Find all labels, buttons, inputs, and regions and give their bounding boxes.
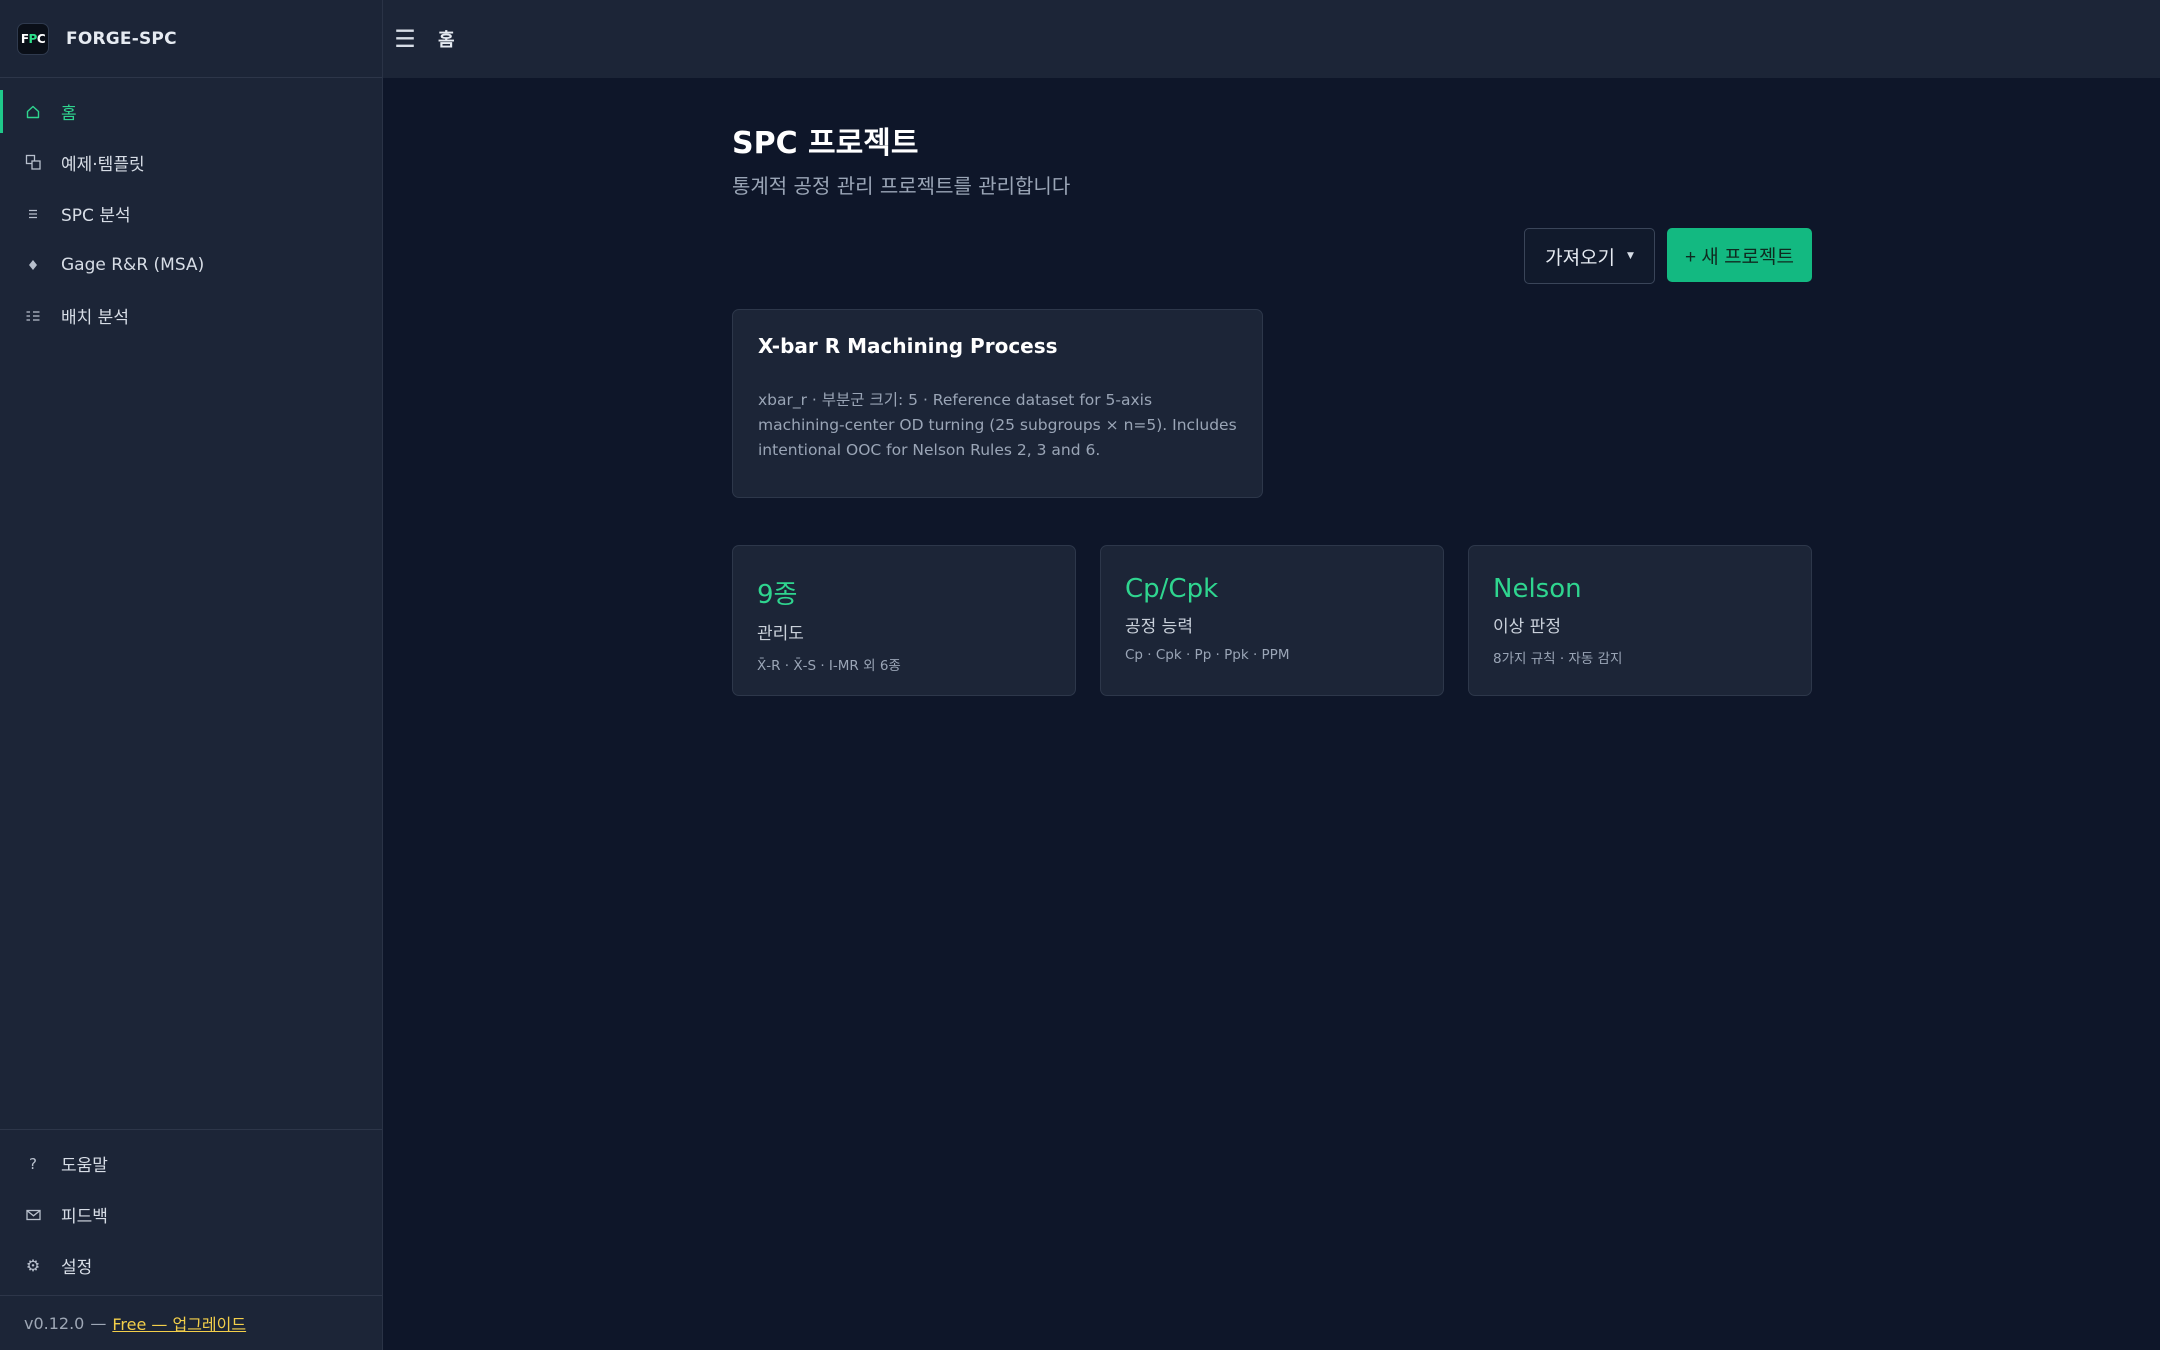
- brand[interactable]: FPC FORGE-SPC: [0, 0, 382, 78]
- help-icon: ?: [29, 1154, 37, 1173]
- sidebar-item-label: 배치 분석: [61, 308, 129, 328]
- page-subtitle: 통계적 공정 관리 프로젝트를 관리합니다: [732, 174, 1071, 198]
- project-description: xbar_r · 부분군 크기: 5 · Reference dataset f…: [758, 391, 1237, 459]
- brand-name: FORGE-SPC: [66, 28, 177, 49]
- sidebar-item-home[interactable]: 홈: [0, 86, 382, 137]
- menu-icon: ☰: [394, 25, 416, 53]
- stat-card-nelson-rules: Nelson 이상 판정 8가지 규칙 · 자동 감지: [1468, 545, 1812, 696]
- home-icon: [24, 104, 42, 120]
- feature-stats: 9종 관리도 X̄-R · X̄-S · I-MR 외 6종 Cp/Cpk 공정…: [732, 545, 1812, 696]
- batch-list-icon: [24, 309, 42, 323]
- sidebar-item-feedback[interactable]: 피드백: [0, 1189, 382, 1240]
- import-button-label: 가져오기: [1545, 246, 1616, 269]
- logo-letter-f: F: [20, 31, 29, 46]
- new-project-button[interactable]: + 새 프로젝트: [1666, 228, 1812, 282]
- logo-letter-c: C: [36, 31, 46, 46]
- sidebar-nav: 홈 예제·템플릿 SPC 분석 Gage R&R (MSA) 배치 분석: [0, 78, 382, 341]
- stat-card-control-charts: 9종 관리도 X̄-R · X̄-S · I-MR 외 6종: [732, 545, 1076, 696]
- stat-card-capability: Cp/Cpk 공정 능력 Cp · Cpk · Pp · Ppk · PPM: [1100, 545, 1444, 696]
- main-content: SPC 프로젝트 통계적 공정 관리 프로젝트를 관리합니다 가져오기 ▼ + …: [732, 78, 1812, 696]
- sidebar-item-label: 도움말: [61, 1156, 108, 1176]
- sidebar-item-label: 피드백: [61, 1207, 108, 1227]
- stat-name: 관리도: [757, 624, 804, 644]
- stat-value: 9종: [757, 580, 798, 610]
- logo-letter-p: P: [28, 31, 38, 46]
- sidebar-item-label: SPC 분석: [61, 206, 131, 226]
- stat-value: Cp/Cpk: [1125, 574, 1219, 604]
- templates-icon: [24, 154, 42, 171]
- sidebar-item-spc-analysis[interactable]: SPC 분석: [0, 188, 382, 239]
- sidebar-bottom-nav: ? 도움말 피드백 ⚙ 설정: [0, 1129, 382, 1291]
- import-dropdown-button[interactable]: 가져오기 ▼: [1524, 228, 1655, 284]
- sidebar-item-label: 설정: [61, 1258, 93, 1278]
- page-title: SPC 프로젝트: [732, 126, 919, 161]
- sidebar-item-batch-analysis[interactable]: 배치 분석: [0, 290, 382, 341]
- diamond-icon: [24, 258, 42, 272]
- project-card[interactable]: X-bar R Machining Process xbar_r · 부분군 크…: [732, 309, 1263, 498]
- stat-detail: Cp · Cpk · Pp · Ppk · PPM: [1125, 647, 1290, 663]
- new-project-label: + 새 프로젝트: [1684, 246, 1794, 268]
- topbar: ☰ 홈: [383, 0, 2160, 78]
- version-footer: v0.12.0 — Free — 업그레이드: [0, 1295, 382, 1350]
- caret-down-icon: ▼: [1627, 251, 1634, 261]
- version-separator: —: [90, 1313, 107, 1333]
- list-icon: [24, 207, 42, 221]
- upgrade-link[interactable]: Free — 업그레이드: [112, 1311, 246, 1335]
- project-title: X-bar R Machining Process: [758, 334, 1058, 358]
- sidebar-item-label: 홈: [61, 104, 77, 124]
- topbar-title: 홈: [438, 30, 455, 51]
- sidebar: FPC FORGE-SPC 홈 예제·템플릿 SPC 분석 Gage R&R (…: [0, 0, 383, 1350]
- page-actions: 가져오기 ▼ + 새 프로젝트: [1524, 228, 1812, 284]
- app-logo: FPC: [17, 22, 49, 55]
- sidebar-item-help[interactable]: ? 도움말: [0, 1138, 382, 1189]
- sidebar-item-settings[interactable]: ⚙ 설정: [0, 1240, 382, 1291]
- sidebar-item-label: 예제·템플릿: [61, 155, 145, 175]
- stat-detail: X̄-R · X̄-S · I-MR 외 6종: [757, 658, 901, 674]
- sidebar-item-label: Gage R&R (MSA): [61, 254, 205, 275]
- stat-name: 이상 판정: [1493, 617, 1561, 637]
- gear-icon: ⚙: [25, 1256, 41, 1275]
- stat-detail: 8가지 규칙 · 자동 감지: [1493, 651, 1623, 667]
- version-number: v0.12.0: [24, 1313, 85, 1333]
- app-root: FPC FORGE-SPC 홈 예제·템플릿 SPC 분석 Gage R&R (…: [0, 0, 2160, 1350]
- sidebar-item-templates[interactable]: 예제·템플릿: [0, 137, 382, 188]
- mail-icon: [24, 1209, 42, 1221]
- stat-name: 공정 능력: [1125, 617, 1193, 637]
- stat-value: Nelson: [1493, 574, 1582, 604]
- menu-toggle-button[interactable]: ☰: [383, 25, 427, 53]
- sidebar-item-gage-rr[interactable]: Gage R&R (MSA): [0, 239, 382, 290]
